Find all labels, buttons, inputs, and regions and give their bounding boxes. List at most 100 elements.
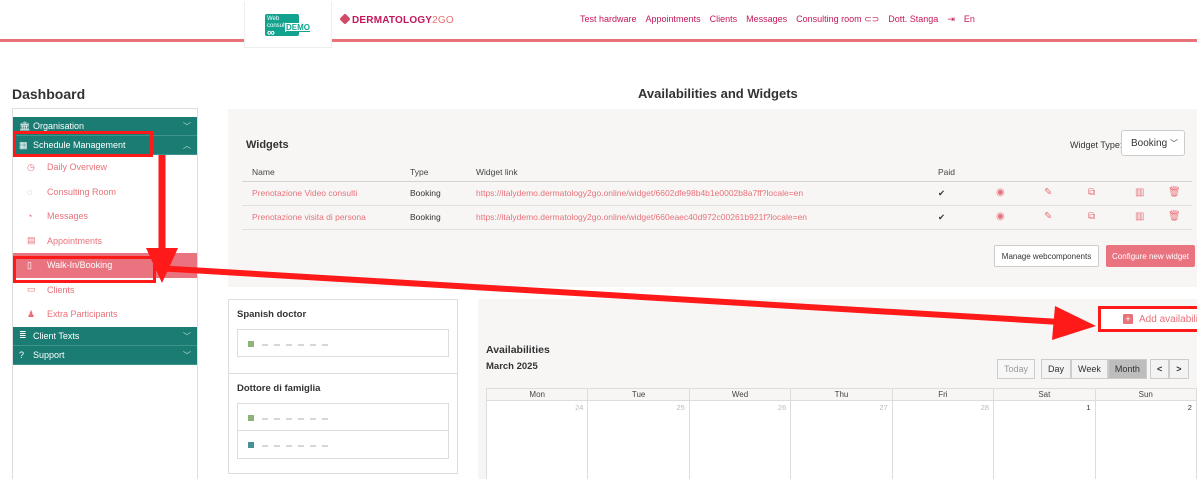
stats-icon[interactable]: ▥	[1135, 187, 1144, 198]
calendar-grid: Mon Tue Wed Thu Fri Sat Sun 24 25 26 27 …	[486, 388, 1197, 479]
widget-type-value: Booking	[1131, 137, 1168, 149]
sidebar-group-schedule-management[interactable]: ▦ Schedule Management ︿	[13, 136, 197, 155]
weekday-label: Tue	[588, 389, 690, 401]
sidebar-group-support[interactable]: ? Support ﹀	[13, 345, 197, 365]
doctor-schedule-item[interactable]	[237, 403, 449, 431]
brand-suffix: 2GO	[432, 15, 454, 26]
clipboard-icon: ▯	[27, 259, 32, 270]
sidebar: 🏛 Organisation ﹀ ▦ Schedule Management ︿…	[12, 108, 198, 479]
nav-language[interactable]: En	[964, 14, 975, 25]
widget-type-label: Widget Type:	[1070, 140, 1123, 150]
pencil-icon[interactable]: ✎	[1044, 187, 1052, 198]
eye-icon[interactable]: ◉	[996, 211, 1005, 222]
month-view-button[interactable]: Month	[1107, 359, 1147, 379]
add-availability-label: Add availabilit	[1139, 313, 1197, 325]
building-icon: 🏛	[19, 120, 31, 131]
nav-test-hardware[interactable]: Test hardware	[580, 14, 637, 25]
calendar-day-cell[interactable]: 1	[994, 401, 1096, 479]
prev-month-button[interactable]: <	[1150, 359, 1170, 379]
sidebar-item-label: Appointments	[47, 235, 103, 246]
calendar-weekday-header: Mon Tue Wed Thu Fri Sat Sun	[487, 389, 1197, 401]
sidebar-item-label: Walk-In/Booking	[47, 260, 113, 271]
widgets-title: Widgets	[246, 139, 289, 151]
copy-icon[interactable]: ⧉	[1088, 211, 1095, 222]
sidebar-group-client-texts[interactable]: ≣ Client Texts ﹀	[13, 326, 197, 346]
today-button[interactable]: Today	[997, 359, 1036, 379]
nav-appointments[interactable]: Appointments	[646, 14, 701, 25]
sidebar-item-label: Consulting Room	[47, 186, 117, 197]
sidebar-item-extra-participants[interactable]: ♟ Extra Participants	[13, 302, 197, 327]
sidebar-item-consulting-room[interactable]: ◌ Consulting Room	[13, 180, 197, 205]
doctor-card: Dottore di famiglia	[228, 374, 458, 474]
configure-new-widget-button[interactable]: Configure new widget	[1106, 245, 1195, 267]
next-month-button[interactable]: >	[1169, 359, 1189, 379]
widget-type: Booking	[410, 188, 441, 198]
sidebar-item-appointments[interactable]: ▤ Appointments	[13, 229, 197, 254]
nav-clients[interactable]: Clients	[710, 14, 738, 25]
blurred-text	[262, 445, 332, 447]
trash-icon[interactable]: 🗑	[1168, 211, 1181, 222]
doctor-schedule-item[interactable]	[237, 329, 449, 357]
sidebar-item-label: Messages	[47, 211, 89, 222]
sidebar-item-label: Extra Participants	[47, 309, 118, 320]
widget-type-select[interactable]: Booking ﹀	[1121, 130, 1185, 156]
availabilities-panel: Availabilities + Add availabilit March 2…	[478, 299, 1197, 479]
chevron-down-icon: ﹀	[183, 331, 191, 341]
manage-webcomponents-button[interactable]: Manage webcomponents	[994, 245, 1099, 267]
nav-consulting-room[interactable]: Consulting room ⊂⊃	[796, 14, 879, 25]
copy-icon[interactable]: ⧉	[1088, 187, 1095, 198]
calendar-icon: ▤	[27, 235, 36, 246]
calendar-icon: ▦	[19, 139, 28, 150]
nav-messages[interactable]: Messages	[746, 14, 787, 25]
color-swatch	[248, 442, 254, 448]
widget-name[interactable]: Prenotazione visita di persona	[252, 212, 366, 222]
widgets-panel: Widgets Widget Type: Booking ﹀ Name Type…	[228, 109, 1197, 287]
logout-icon[interactable]: ⇥	[947, 14, 955, 25]
table-row: Prenotazione visita di persona Booking h…	[242, 206, 1192, 230]
blurred-text	[262, 344, 332, 346]
availabilities-title: Availabilities	[486, 344, 550, 356]
plus-icon: +	[1123, 314, 1133, 324]
logo-demo-text[interactable]: DEMO	[285, 23, 311, 32]
widget-link[interactable]: https://italydemo.dermatology2go.online/…	[476, 212, 807, 222]
week-view-button[interactable]: Week	[1071, 359, 1108, 379]
widget-type: Booking	[410, 212, 441, 222]
trash-icon[interactable]: 🗑	[1168, 187, 1181, 198]
calendar-day-cell[interactable]: 28	[893, 401, 995, 479]
weekday-label: Sun	[1095, 389, 1197, 401]
doctor-schedule-item[interactable]	[237, 431, 449, 459]
calendar-day-cell[interactable]: 2	[1096, 401, 1197, 479]
calendar-day-cell[interactable]: 24	[487, 401, 589, 479]
add-availability-button[interactable]: + Add availabilit	[1098, 306, 1197, 332]
calendar-week-row: 24 25 26 27 28 1 2	[487, 401, 1197, 479]
nav-user[interactable]: Dott. Stanga	[888, 14, 938, 25]
sidebar-item-daily-overview[interactable]: ◷ Daily Overview	[13, 155, 197, 180]
blurred-text	[262, 418, 332, 420]
logo[interactable]: Web consult ∞ DEMO	[244, 2, 332, 48]
sidebar-item-messages[interactable]: ◔ Messages	[13, 204, 197, 229]
sidebar-group-organisation[interactable]: 🏛 Organisation ﹀	[13, 117, 197, 136]
pencil-icon[interactable]: ✎	[1044, 211, 1052, 222]
weekday-label: Thu	[791, 389, 893, 401]
id-card-icon: ▭	[27, 284, 36, 295]
nav-button-group: < >	[1150, 359, 1189, 379]
eye-icon[interactable]: ◉	[996, 187, 1005, 198]
sidebar-group-label: Client Texts	[33, 330, 80, 341]
top-nav: Test hardware Appointments Clients Messa…	[580, 14, 975, 25]
widget-link[interactable]: https://italydemo.dermatology2go.online/…	[476, 188, 803, 198]
calendar-day-cell[interactable]: 26	[690, 401, 792, 479]
sidebar-item-label: Daily Overview	[47, 162, 108, 173]
nav-consulting-room-label: Consulting room	[796, 14, 862, 24]
calendar-day-cell[interactable]: 25	[588, 401, 690, 479]
weekday-label: Wed	[689, 389, 792, 401]
sidebar-item-walk-in-booking[interactable]: ▯ Walk-In/Booking	[13, 253, 197, 278]
day-view-button[interactable]: Day	[1041, 359, 1072, 379]
chat-icon: ◌	[27, 186, 33, 197]
stats-icon[interactable]: ▥	[1135, 211, 1144, 222]
weekday-label: Mon	[487, 389, 589, 401]
sidebar-item-clients[interactable]: ▭ Clients	[13, 278, 197, 303]
widget-name[interactable]: Prenotazione Video consulti	[252, 188, 357, 198]
calendar-day-cell[interactable]: 27	[791, 401, 893, 479]
calendar-month-title: March 2025	[486, 361, 538, 372]
